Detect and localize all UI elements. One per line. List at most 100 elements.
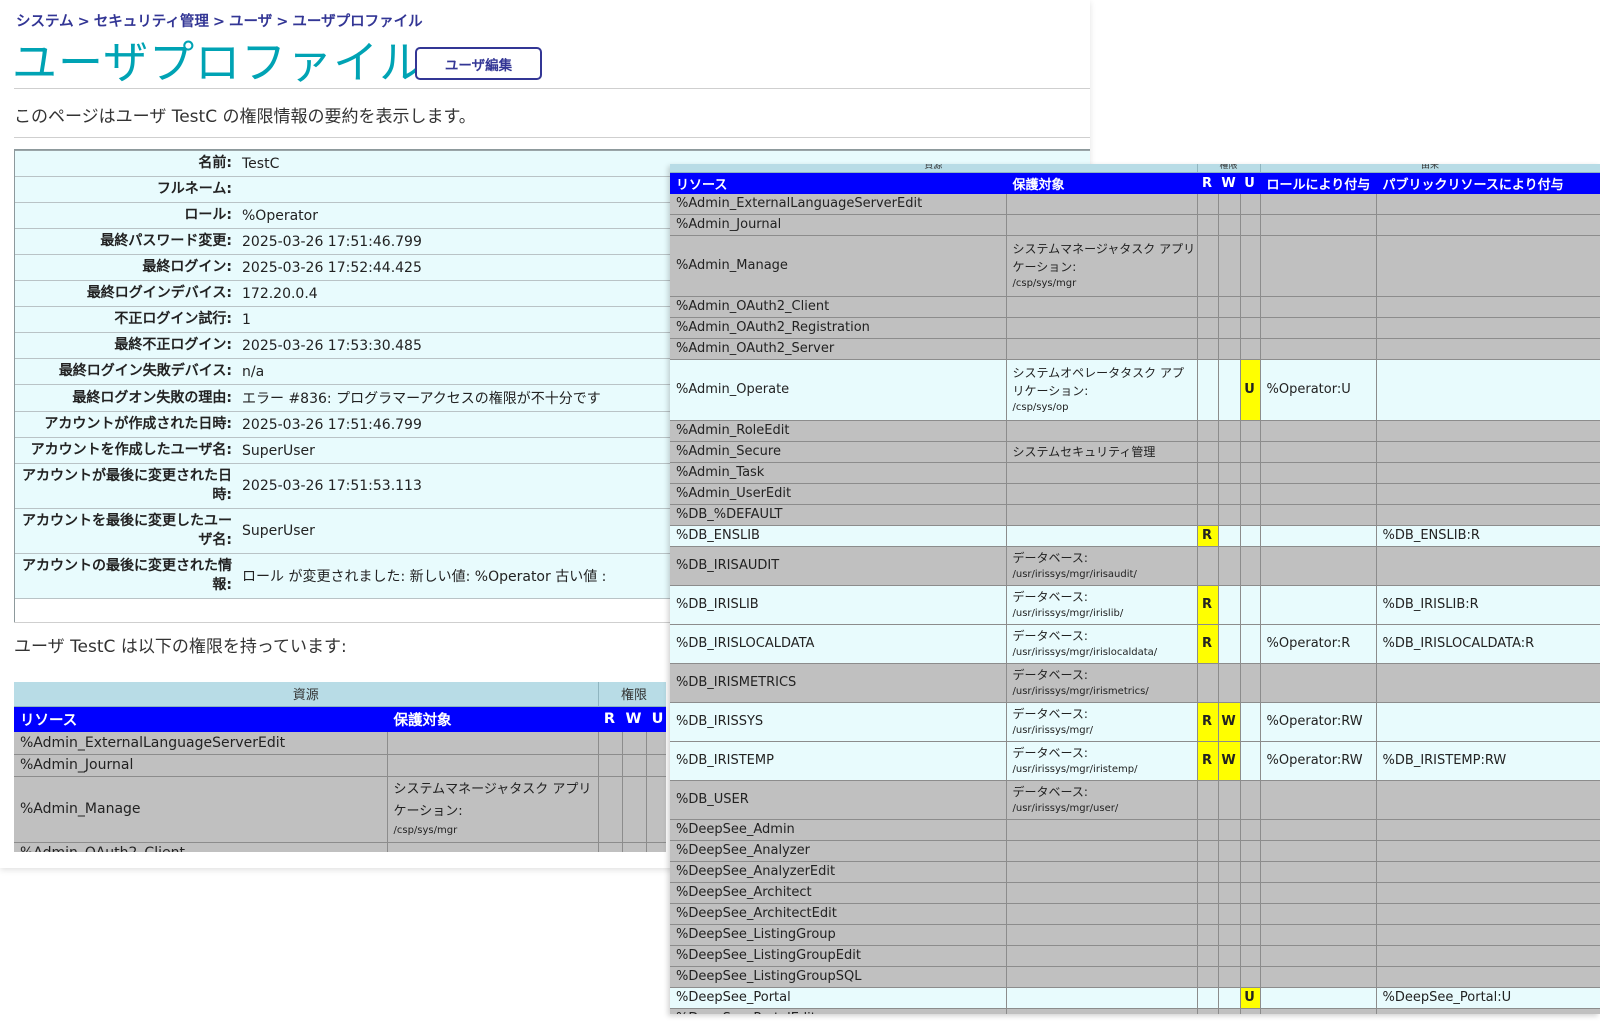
by-role-cell: %Operator:U	[1260, 359, 1377, 421]
asset-cell	[1006, 504, 1198, 526]
permission-u-cell	[646, 754, 666, 777]
by-public-cell	[1376, 235, 1600, 297]
by-public-cell	[1376, 359, 1600, 421]
by-role-cell	[1260, 987, 1377, 1009]
resource-cell: %Admin_Secure	[670, 441, 1007, 463]
permission-r-cell	[1197, 317, 1219, 339]
profile-label: 最終パスワード変更:	[14, 228, 238, 255]
asset-cell	[387, 842, 599, 852]
profile-label: 最終ログインデバイス:	[14, 280, 238, 307]
col-header-w[interactable]: W	[1218, 172, 1241, 194]
permission-r-cell	[598, 732, 623, 755]
permission-u-cell	[1240, 504, 1261, 526]
by-role-cell	[1260, 882, 1377, 904]
permission-u-cell	[1240, 525, 1261, 547]
profile-label: ロール:	[14, 202, 238, 229]
resource-cell: %DB_IRISLIB	[670, 585, 1007, 625]
asset-path: /csp/sys/mgr	[1012, 277, 1077, 289]
breadcrumb-users[interactable]: ユーザ	[229, 14, 272, 30]
table-row: %Admin_Task	[670, 462, 1600, 484]
permission-r-cell	[1197, 420, 1219, 442]
col-header-asset[interactable]: 保護対象	[1006, 172, 1198, 194]
by-role-cell	[1260, 924, 1377, 946]
group-header-resource: 資源	[14, 682, 599, 707]
permission-w-cell	[1218, 235, 1241, 297]
asset-name: システムマネージャタスク アプリケーション:	[393, 782, 592, 819]
col-header-by-public[interactable]: パブリックリソースにより付与	[1376, 172, 1600, 194]
by-public-cell	[1376, 483, 1600, 505]
table-row: %DB_IRISMETRICS データベース: /usr/irissys/mgr/i…	[670, 663, 1600, 703]
table-row: %DeepSee_ListingGroupSQL	[670, 966, 1600, 988]
breadcrumb-system[interactable]: システム	[16, 14, 74, 30]
asset-cell	[1006, 462, 1198, 484]
permission-r-cell	[1197, 483, 1219, 505]
permission-u-cell	[646, 732, 666, 755]
resource-cell: %Admin_Task	[670, 462, 1007, 484]
col-header-asset[interactable]: 保護対象	[387, 706, 599, 732]
col-header-by-role[interactable]: ロールにより付与	[1260, 172, 1377, 194]
col-header-r[interactable]: R	[598, 706, 623, 732]
permission-w-cell	[1218, 924, 1241, 946]
permission-r-cell	[598, 776, 623, 843]
breadcrumb-security-admin[interactable]: セキュリティ管理	[94, 14, 209, 30]
asset-name: データベース:	[1012, 745, 1088, 760]
permission-u-cell	[1240, 420, 1261, 442]
asset-cell: データベース: /usr/irissys/mgr/irisaudit/	[1006, 546, 1198, 586]
resource-cell: %Admin_ExternalLanguageServerEdit	[14, 732, 388, 755]
permission-w-cell	[1218, 441, 1241, 463]
permission-r-cell	[1197, 338, 1219, 360]
breadcrumb-user-profile[interactable]: ユーザプロファイル	[292, 14, 422, 30]
by-public-cell	[1376, 966, 1600, 988]
asset-name: データベース:	[1012, 784, 1088, 799]
col-header-u[interactable]: U	[1240, 172, 1261, 194]
breadcrumb-separator: >	[77, 14, 90, 30]
resource-cell: %DB_IRISTEMP	[670, 741, 1007, 781]
permission-w-cell	[1218, 882, 1241, 904]
by-role-cell	[1260, 585, 1377, 625]
col-header-r[interactable]: R	[1197, 172, 1219, 194]
resource-cell: %DeepSee_PortalEdit	[670, 1008, 1007, 1014]
asset-path: /usr/irissys/mgr/irismetrics/	[1012, 685, 1149, 697]
permission-w-cell	[1218, 819, 1241, 841]
table-row: %Admin_ExternalLanguageServerEdit	[670, 193, 1600, 215]
permission-r-cell	[1197, 780, 1219, 820]
col-header-w[interactable]: W	[622, 706, 647, 732]
by-public-cell	[1376, 441, 1600, 463]
resource-cell: %DeepSee_Analyzer	[670, 840, 1007, 862]
table-row: %Admin_Secure システムセキュリティ管理	[670, 441, 1600, 463]
asset-cell	[1006, 903, 1198, 925]
permission-u-cell	[1240, 624, 1261, 664]
asset-cell	[1006, 1008, 1198, 1014]
col-header-u[interactable]: U	[646, 706, 666, 732]
permission-w-cell	[1218, 945, 1241, 967]
permission-w-cell	[1218, 296, 1241, 318]
by-public-cell	[1376, 214, 1600, 236]
table-row: %DeepSee_AnalyzerEdit	[670, 861, 1600, 883]
asset-cell: データベース: /usr/irissys/mgr/irislib/	[1006, 585, 1198, 625]
by-public-cell: %DB_IRISLOCALDATA:R	[1376, 624, 1600, 664]
table-row: %Admin_OAuth2_Registration	[670, 317, 1600, 339]
asset-cell	[1006, 338, 1198, 360]
privileges-table-full: 資源 権限 由来 リソース 保護対象 R W U ロールにより付与 パブリックリ…	[670, 164, 1600, 1014]
table-row: %Admin_ExternalLanguageServerEdit	[14, 732, 666, 755]
by-role-cell	[1260, 1008, 1377, 1014]
asset-name: システムセキュリティ管理	[1012, 444, 1156, 459]
by-role-cell	[1260, 840, 1377, 862]
resource-cell: %DeepSee_ListingGroup	[670, 924, 1007, 946]
asset-cell	[1006, 924, 1198, 946]
permission-w-cell	[1218, 462, 1241, 484]
asset-path: /usr/irissys/mgr/irisaudit/	[1012, 568, 1137, 580]
asset-cell	[1006, 882, 1198, 904]
col-header-resource[interactable]: リソース	[670, 172, 1007, 194]
permission-u-cell	[1240, 338, 1261, 360]
permission-u-cell	[1240, 819, 1261, 841]
edit-user-button[interactable]: ユーザ編集	[415, 47, 542, 80]
asset-cell	[1006, 317, 1198, 339]
permission-w-cell	[1218, 338, 1241, 360]
col-header-resource[interactable]: リソース	[14, 706, 388, 732]
asset-path: /usr/irissys/mgr/	[1012, 724, 1094, 736]
table-row: %DB_IRISSYS データベース: /usr/irissys/mgr/R W %Op…	[670, 702, 1600, 742]
by-public-cell	[1376, 296, 1600, 318]
by-role-cell	[1260, 235, 1377, 297]
permission-u-cell	[1240, 317, 1261, 339]
